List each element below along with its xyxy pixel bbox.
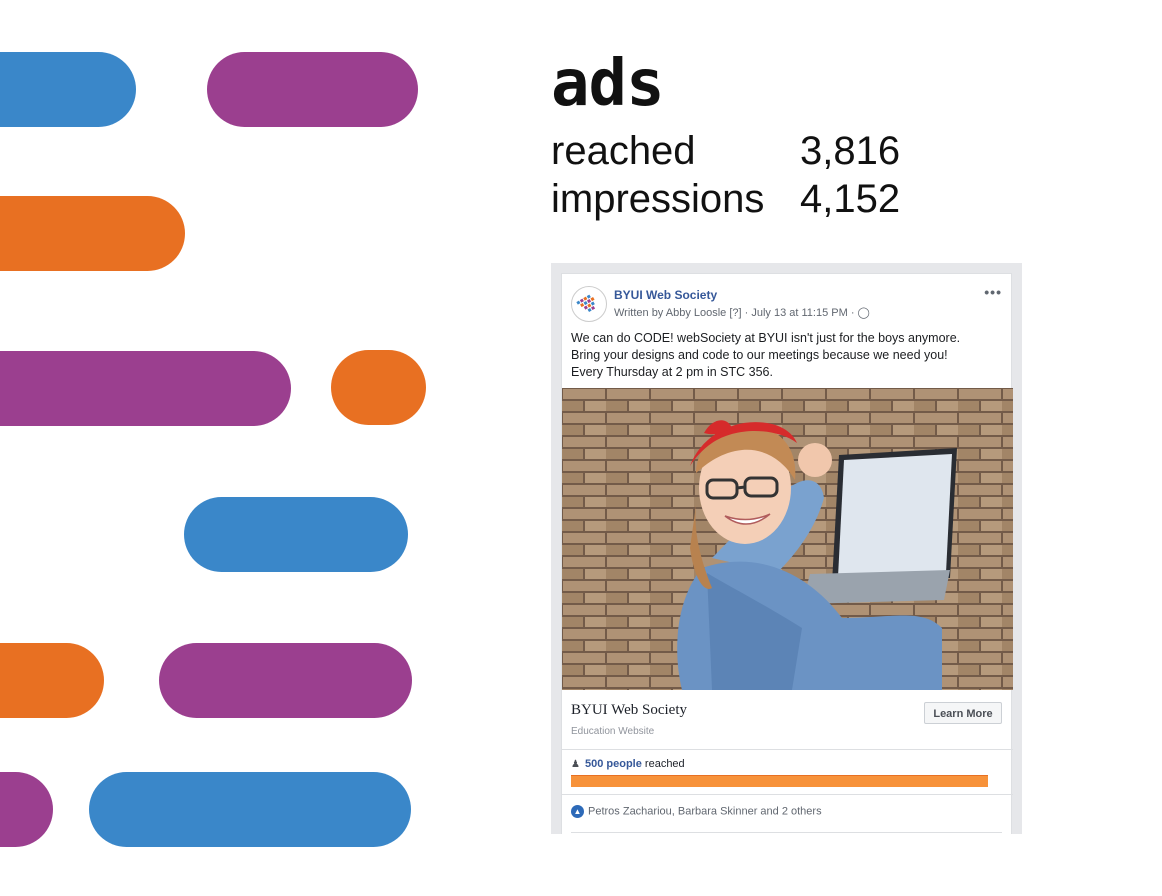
decor-pill-purple-1 (207, 52, 418, 127)
stat-row-reached: reached 3,816 (551, 128, 911, 174)
decor-pill-blue-3 (89, 772, 411, 847)
reach-progress-bar (571, 775, 988, 787)
byline-text: Written by Abby Loosle [?] · July 13 at … (614, 307, 858, 319)
reactions-row[interactable]: ▲ Petros Zachariou, Barbara Skinner and 2… (571, 805, 822, 818)
decor-pill-orange-2 (331, 350, 426, 425)
divider (562, 794, 1013, 795)
reach-count[interactable]: 500 people (585, 758, 642, 770)
stat-value: 3,816 (800, 129, 901, 173)
stat-row-impressions: impressions 4,152 (551, 176, 911, 222)
post-text-line: We can do CODE! webSociety at BYUI isn't… (571, 331, 961, 345)
stat-value: 4,152 (800, 177, 901, 221)
avatar-logo (576, 294, 596, 313)
reactions-text: Petros Zachariou, Barbara Skinner and 2 … (588, 805, 822, 818)
decor-pill-purple-3 (159, 643, 412, 718)
divider (562, 749, 1013, 750)
page-avatar[interactable] (571, 286, 607, 322)
decor-pill-orange-3 (0, 643, 104, 718)
post-byline: Written by Abby Loosle [?] · July 13 at … (614, 306, 870, 319)
reach-suffix: reached (641, 758, 685, 770)
decor-pill-blue-2 (184, 497, 408, 572)
link-title[interactable]: BYUI Web Society (571, 702, 687, 719)
post-photo[interactable] (562, 388, 1013, 690)
page-name-link[interactable]: BYUI Web Society (614, 288, 717, 302)
ellipsis-icon[interactable]: ••• (984, 284, 1002, 300)
like-icon: ▲ (571, 805, 584, 818)
decor-pill-orange-1 (0, 196, 185, 271)
learn-more-button[interactable]: Learn More (924, 702, 1002, 724)
ad-post-card: BYUI Web Society Written by Abby Loosle … (561, 273, 1013, 834)
globe-icon: ◯ (857, 307, 870, 319)
page-heading: ads (551, 47, 665, 121)
divider (571, 832, 1002, 833)
post-text-line: Every Thursday at 2 pm in STC 356. (571, 365, 773, 379)
link-subtitle: Education Website (571, 726, 655, 737)
post-text: We can do CODE! webSociety at BYUI isn't… (571, 330, 1001, 381)
decor-pill-purple-4 (0, 772, 53, 847)
decor-pill-blue-1 (0, 52, 136, 127)
decor-pill-purple-2 (0, 351, 291, 426)
people-icon: ♟ (571, 759, 580, 770)
stat-label: impressions (551, 177, 765, 221)
reach-row: ♟ 500 people reached (571, 758, 685, 770)
post-text-line: Bring your designs and code to our meeti… (571, 348, 948, 362)
stat-label: reached (551, 129, 696, 173)
ad-post-frame: BYUI Web Society Written by Abby Loosle … (551, 263, 1022, 834)
